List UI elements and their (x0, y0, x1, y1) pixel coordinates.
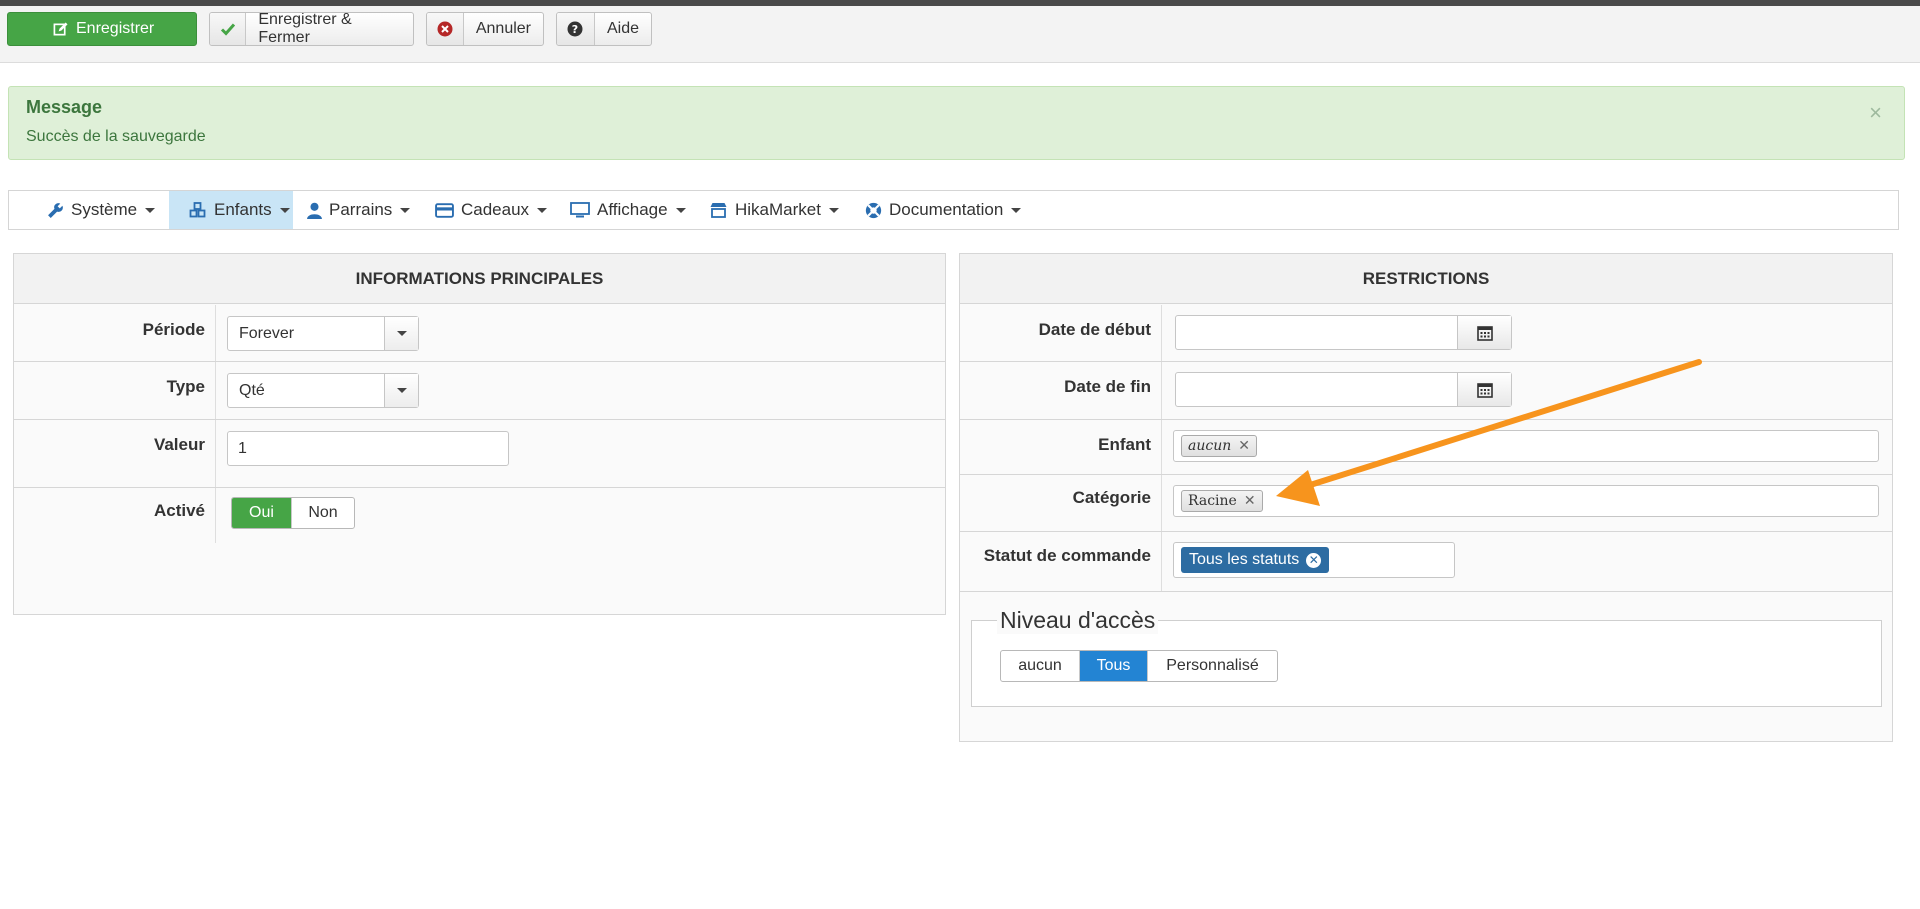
active-toggle: Oui Non (231, 497, 355, 529)
nav-label: Documentation (889, 200, 1004, 219)
type-value: Qté (239, 381, 265, 399)
order-status-tag-input[interactable]: Tous les statuts ✕ (1173, 542, 1455, 578)
access-level-toggle: aucun Tous Personnalisé (1000, 650, 1278, 682)
access-level-fieldset: Niveau d'accès aucun Tous Personnalisé (971, 607, 1882, 707)
start-date-label: Date de début (960, 305, 1162, 361)
category-tag-label: Racine (1188, 493, 1237, 509)
cancel-button[interactable]: Annuler (426, 12, 544, 46)
nav-label: HikaMarket (735, 200, 821, 219)
help-label: Aide (606, 20, 639, 37)
nav-item-documentation[interactable]: Documentation (865, 191, 1022, 229)
access-level-legend: Niveau d'accès (997, 607, 1159, 634)
wrench-icon (47, 202, 64, 219)
save-button[interactable]: Enregistrer (7, 12, 197, 46)
active-yes-button[interactable]: Oui (232, 498, 292, 528)
store-icon (709, 202, 728, 218)
category-tag-input[interactable]: Racine ✕ (1173, 485, 1879, 517)
component-menu-bar: Système Enfants Parrains Cadeaux Afficha… (8, 190, 1899, 230)
row-type: Type Qté (14, 362, 945, 420)
nav-label: Système (71, 200, 138, 219)
row-end-date: Date de fin (960, 362, 1892, 420)
row-active: Activé Oui Non (14, 488, 945, 543)
row-child: Enfant aucun ✕ (960, 420, 1892, 475)
restrictions-panel: RESTRICTIONS Date de début Date de fin E… (959, 253, 1893, 742)
svg-text:?: ? (572, 23, 578, 36)
row-periode: Période Forever (14, 305, 945, 362)
alert-text: Succès de la sauvegarde (26, 128, 206, 145)
row-category: Catégorie Racine ✕ (960, 475, 1892, 532)
monitor-icon (570, 202, 590, 218)
row-order-status: Statut de commande Tous les statuts ✕ (960, 532, 1892, 592)
edit-icon (8, 13, 68, 45)
remove-circle-icon[interactable]: ✕ (1306, 552, 1322, 568)
category-tag: Racine ✕ (1181, 490, 1263, 512)
alert-title: Message (26, 97, 103, 117)
end-date-label: Date de fin (960, 362, 1162, 419)
credit-card-icon (435, 202, 454, 218)
remove-tag-icon[interactable]: ✕ (1244, 493, 1256, 509)
nav-label: Cadeaux (461, 200, 530, 219)
order-status-label: Statut de commande (960, 532, 1162, 591)
category-label: Catégorie (960, 475, 1162, 531)
order-status-tag: Tous les statuts ✕ (1181, 547, 1330, 573)
calendar-icon[interactable] (1457, 373, 1511, 406)
access-all-button[interactable]: Tous (1080, 651, 1148, 681)
nav-item-enfants[interactable]: Enfants (169, 191, 293, 229)
row-start-date: Date de début (960, 305, 1892, 362)
active-no-button[interactable]: Non (292, 498, 354, 528)
periode-select[interactable]: Forever (227, 316, 419, 351)
cubes-icon (189, 202, 207, 218)
toolbar: Enregistrer Enregistrer & Fermer Annuler… (0, 6, 1920, 63)
nav-item-parrains[interactable]: Parrains (307, 191, 411, 229)
user-icon (307, 202, 322, 219)
access-none-button[interactable]: aucun (1001, 651, 1080, 681)
save-button-label: Enregistrer (76, 20, 155, 37)
save-close-label: Enregistrer & Fermer (258, 12, 352, 46)
calendar-icon[interactable] (1457, 316, 1511, 349)
active-label: Activé (14, 488, 216, 543)
nav-item-hikamarket[interactable]: HikaMarket (709, 191, 839, 229)
periode-label: Période (14, 305, 216, 361)
help-button[interactable]: ? Aide (556, 12, 652, 46)
cancel-circle-icon (427, 13, 464, 45)
restrictions-title: RESTRICTIONS (960, 254, 1892, 304)
lifebuoy-icon (865, 202, 882, 219)
start-date-input[interactable] (1175, 315, 1512, 350)
main-info-title: INFORMATIONS PRINCIPALES (14, 254, 945, 304)
cancel-label: Annuler (475, 20, 531, 37)
nav-label: Affichage (597, 200, 668, 219)
child-tag-input[interactable]: aucun ✕ (1173, 430, 1879, 462)
valeur-input[interactable]: 1 (227, 431, 509, 466)
access-custom-button[interactable]: Personnalisé (1148, 651, 1277, 681)
nav-label: Enfants (214, 200, 272, 219)
nav-label: Parrains (329, 200, 393, 219)
child-tag: aucun ✕ (1181, 435, 1257, 457)
order-status-tag-label: Tous les statuts (1189, 551, 1300, 568)
alert-close-icon[interactable]: × (1869, 100, 1882, 126)
end-date-input[interactable] (1175, 372, 1512, 407)
nav-item-affichage[interactable]: Affichage (570, 191, 686, 229)
nav-item-cadeaux[interactable]: Cadeaux (435, 191, 548, 229)
periode-value: Forever (239, 324, 295, 342)
type-select[interactable]: Qté (227, 373, 419, 408)
child-label: Enfant (960, 420, 1162, 474)
valeur-label: Valeur (14, 420, 216, 487)
chevron-down-icon (384, 317, 418, 350)
row-valeur: Valeur 1 (14, 420, 945, 488)
check-icon (210, 13, 247, 45)
save-close-button[interactable]: Enregistrer & Fermer (209, 12, 414, 46)
nav-item-systeme[interactable]: Système (47, 191, 156, 229)
success-alert: Message Succès de la sauvegarde × (8, 86, 1905, 160)
chevron-down-icon (384, 374, 418, 407)
main-info-panel: INFORMATIONS PRINCIPALES Période Forever… (13, 253, 946, 615)
child-tag-label: aucun (1188, 438, 1232, 454)
remove-tag-icon[interactable]: ✕ (1238, 438, 1250, 454)
type-label: Type (14, 362, 216, 419)
question-circle-icon: ? (557, 13, 595, 45)
